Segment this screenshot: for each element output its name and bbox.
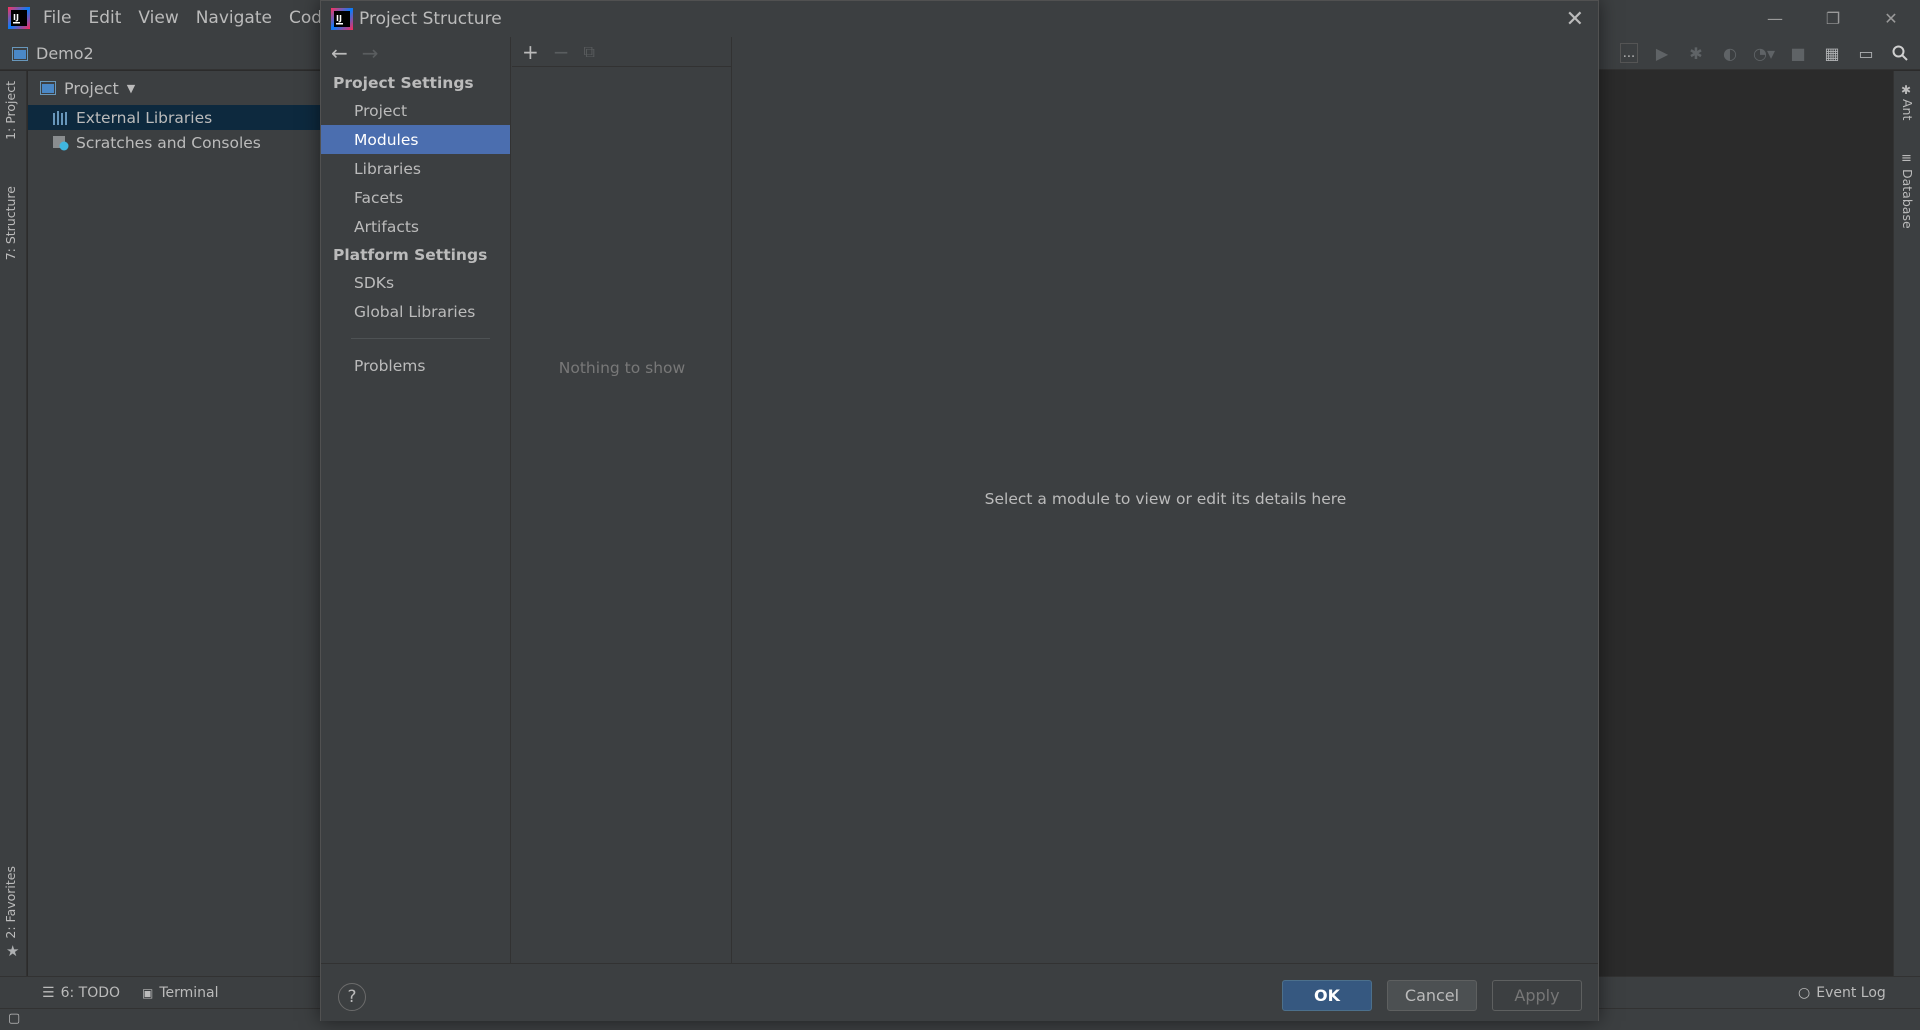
dialog-footer: ? OK Cancel Apply — [321, 963, 1598, 1021]
navigation-arrows: ← → — [321, 37, 510, 69]
svg-text:IJ: IJ — [336, 14, 342, 23]
back-arrow-icon[interactable]: ← — [331, 41, 348, 65]
todo-label: 6: TODO — [60, 985, 121, 1001]
tab-terminal[interactable]: ▣ Terminal — [142, 977, 219, 1009]
event-log-label: Event Log — [1816, 985, 1886, 1001]
add-icon[interactable]: + — [522, 40, 539, 64]
chevron-down-icon: ▼ — [126, 81, 136, 95]
toggle-tool-windows-icon[interactable]: ▢ — [8, 1011, 20, 1026]
empty-list-message: Nothing to show — [558, 359, 686, 377]
project-view-label: Project — [64, 78, 119, 98]
cancel-button[interactable]: Cancel — [1387, 980, 1477, 1011]
sidebar-divider — [351, 338, 490, 339]
main-toolbar: ... ▶ ✱ ◐ ◔▾ ■ ▦ ▭ — [1620, 36, 1920, 70]
modules-list-panel: + − ⧉ Nothing to show — [512, 37, 732, 963]
scratches-icon — [53, 135, 69, 150]
event-log-icon: ○ — [1798, 985, 1811, 1001]
details-placeholder: Select a module to view or edit its deta… — [984, 490, 1347, 508]
left-tool-window-strip: 1: Project 7: Structure 2: Favorites ★ — [0, 71, 27, 976]
menu-view[interactable]: View — [138, 8, 178, 28]
menu-navigate[interactable]: Navigate — [196, 8, 272, 28]
copy-icon[interactable]: ⧉ — [584, 42, 595, 62]
window-controls: — ❐ ✕ — [1746, 0, 1920, 36]
restore-button[interactable]: ❐ — [1804, 0, 1862, 36]
dialog-title-bar: IJ Project Structure ✕ — [321, 1, 1598, 37]
menu-edit[interactable]: Edit — [88, 8, 121, 28]
ok-button[interactable]: OK — [1282, 980, 1372, 1011]
todo-list-icon: ☰ — [42, 985, 55, 1001]
sidebar-item-artifacts[interactable]: Artifacts — [321, 212, 510, 241]
sidebar-item-global-libraries[interactable]: Global Libraries — [321, 297, 510, 326]
remove-icon[interactable]: − — [553, 40, 570, 64]
project-view-selector[interactable]: Project ▼ — [28, 71, 320, 105]
tree-item-label: External Libraries — [76, 108, 213, 127]
favorites-star-icon: ★ — [6, 942, 20, 960]
modules-toolbar: + − ⧉ — [512, 37, 731, 67]
project-tool-window: Project ▼ External Libraries Scratches a… — [28, 71, 320, 976]
project-name: Demo2 — [36, 44, 94, 63]
tree-item-label: Scratches and Consoles — [76, 133, 261, 152]
project-settings-header: Project Settings — [333, 73, 474, 92]
database-icon: ≡ — [1901, 151, 1912, 166]
settings-sidebar: ← → Project Settings Project Modules Lib… — [321, 37, 511, 963]
sidebar-item-facets[interactable]: Facets — [321, 183, 510, 212]
run-config-label: ... — [1622, 45, 1636, 61]
tree-item-external-libraries[interactable]: External Libraries — [28, 105, 320, 130]
help-button[interactable]: ? — [338, 983, 366, 1011]
project-folder-icon — [12, 46, 28, 61]
sidebar-item-project[interactable]: Project — [321, 96, 510, 125]
intellij-logo-icon: IJ — [331, 8, 353, 30]
project-structure-icon[interactable]: ▦ — [1822, 43, 1842, 63]
intellij-logo-icon: IJ — [8, 7, 30, 29]
breadcrumb[interactable]: Demo2 — [12, 44, 94, 63]
terminal-icon: ▣ — [142, 986, 154, 1000]
minimize-icon: — — [1767, 8, 1783, 28]
tab-favorites[interactable]: 2: Favorites — [3, 866, 18, 939]
platform-settings-header: Platform Settings — [333, 245, 488, 264]
coverage-icon[interactable]: ◐ — [1720, 43, 1740, 63]
project-view-icon — [40, 81, 56, 95]
tree-item-scratches[interactable]: Scratches and Consoles — [28, 130, 320, 155]
tab-structure[interactable]: 7: Structure — [3, 186, 18, 260]
library-icon — [53, 110, 67, 125]
sidebar-item-modules[interactable]: Modules — [321, 125, 510, 154]
presentation-icon[interactable]: ▭ — [1856, 43, 1876, 63]
close-icon[interactable]: ✕ — [1566, 7, 1584, 32]
sidebar-item-sdks[interactable]: SDKs — [321, 268, 510, 297]
tab-database[interactable]: Database — [1900, 169, 1915, 229]
close-window-button[interactable]: ✕ — [1862, 0, 1920, 36]
menu-file[interactable]: File — [43, 8, 71, 28]
forward-arrow-icon[interactable]: → — [362, 41, 379, 65]
svg-text:IJ: IJ — [13, 13, 19, 22]
run-config-selector[interactable]: ... — [1620, 43, 1638, 63]
main-menu: File Edit View Navigate Code A — [43, 0, 361, 36]
project-structure-dialog: IJ Project Structure ✕ ← → Project Setti… — [320, 0, 1599, 1021]
tab-ant[interactable]: Ant — [1900, 99, 1915, 120]
search-icon[interactable] — [1890, 43, 1910, 63]
close-icon: ✕ — [1884, 8, 1898, 28]
minimize-button[interactable]: — — [1746, 0, 1804, 36]
tab-event-log[interactable]: ○ Event Log — [1798, 977, 1886, 1009]
right-tool-window-strip: ✱ Ant ≡ Database — [1893, 71, 1920, 976]
terminal-label: Terminal — [159, 985, 219, 1001]
sidebar-item-libraries[interactable]: Libraries — [321, 154, 510, 183]
ant-icon: ✱ — [1901, 83, 1912, 97]
sidebar-item-problems[interactable]: Problems — [321, 351, 510, 380]
tab-todo[interactable]: ☰ 6: TODO — [42, 977, 120, 1009]
profile-icon[interactable]: ◔▾ — [1753, 43, 1775, 63]
stop-icon[interactable]: ■ — [1788, 43, 1808, 63]
restore-icon: ❐ — [1825, 8, 1841, 28]
run-icon[interactable]: ▶ — [1652, 43, 1672, 63]
tab-project[interactable]: 1: Project — [3, 81, 18, 140]
debug-icon[interactable]: ✱ — [1686, 43, 1706, 63]
editor-area — [1598, 71, 1893, 976]
dialog-title: Project Structure — [359, 9, 502, 29]
apply-button[interactable]: Apply — [1492, 980, 1582, 1011]
details-panel: Select a module to view or edit its deta… — [733, 37, 1598, 963]
